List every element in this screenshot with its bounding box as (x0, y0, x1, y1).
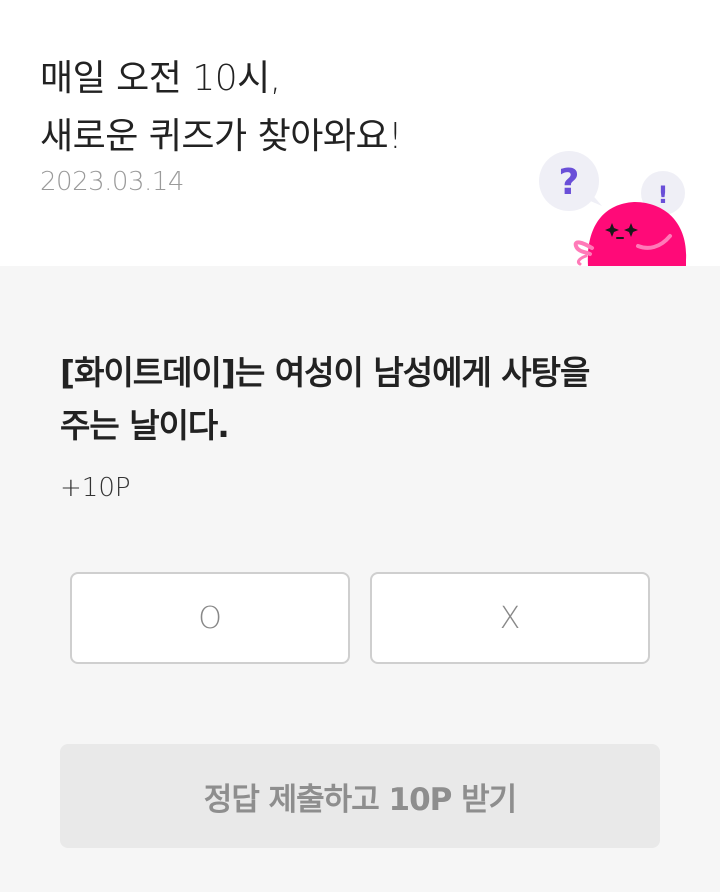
answer-o-button[interactable]: O (70, 572, 350, 664)
headline-line-2: 새로운 퀴즈가 찾아와요! (40, 116, 403, 157)
question-mark: ? (559, 162, 580, 203)
quiz-card: [화이트데이]는 여성이 남성에게 사탕을 주는 날이다. +10P O X 정… (0, 266, 720, 892)
headline: 매일 오전 10시, 새로운 퀴즈가 찾아와요! (40, 50, 403, 166)
pink-blob-character-icon: ? ! (539, 151, 687, 266)
headline-line-1: 매일 오전 10시, (40, 58, 281, 99)
question-line-2: 주는 날이다. (60, 406, 230, 445)
quiz-question: [화이트데이]는 여성이 남성에게 사탕을 주는 날이다. (60, 346, 660, 452)
question-bubble-icon: ? (539, 151, 602, 211)
reward-points: +10P (60, 473, 131, 503)
question-line-1: [화이트데이]는 여성이 남성에게 사탕을 (60, 353, 590, 392)
quiz-header: 매일 오전 10시, 새로운 퀴즈가 찾아와요! 2023.03.14 ? ! (0, 0, 720, 266)
exclaim-mark: ! (658, 181, 669, 209)
quiz-date: 2023.03.14 (40, 167, 184, 197)
answer-x-button[interactable]: X (370, 572, 650, 664)
submit-answer-button[interactable]: 정답 제출하고 10P 받기 (60, 744, 660, 848)
